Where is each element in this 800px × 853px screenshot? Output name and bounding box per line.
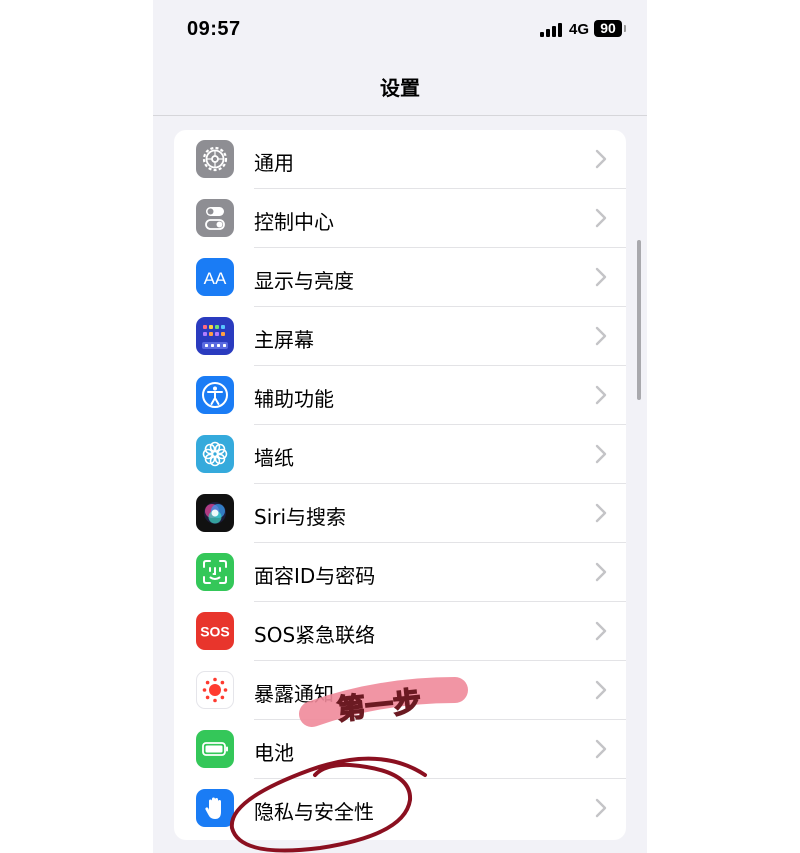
settings-item-label: Siri与搜索 (254, 505, 347, 529)
hand-icon (196, 789, 234, 827)
settings-item-label: 控制中心 (254, 210, 334, 234)
settings-item-label: 墙纸 (254, 446, 294, 470)
battery-icon (196, 730, 234, 768)
sos-icon: SOS (196, 612, 234, 650)
gear-icon (196, 140, 234, 178)
settings-item-label: 电池 (254, 741, 294, 765)
settings-item-label: 主屏幕 (254, 328, 314, 352)
chevron-right-icon (595, 739, 607, 759)
chevron-right-icon (595, 680, 607, 700)
chevron-right-icon (595, 562, 607, 582)
chevron-right-icon (595, 444, 607, 464)
home-screen-icon (196, 317, 234, 355)
settings-item-label: 面容ID与密码 (254, 564, 376, 588)
chevron-right-icon (595, 385, 607, 405)
sos-icon-text: SOS (200, 624, 230, 640)
status-bar: 09:57 4G 90 (153, 0, 647, 60)
chevron-right-icon (595, 149, 607, 169)
settings-item-label: SOS紧急联络 (254, 623, 376, 647)
scrollbar[interactable] (637, 240, 641, 400)
toggles-icon (196, 199, 234, 237)
chevron-right-icon (595, 208, 607, 228)
chevron-right-icon (595, 621, 607, 641)
settings-item-wallpaper[interactable]: 墙纸 (174, 425, 626, 484)
siri-icon (196, 494, 234, 532)
settings-item-accessibility[interactable]: 辅助功能 (174, 366, 626, 425)
settings-item-control-center[interactable]: 控制中心 (174, 189, 626, 248)
settings-item-label: 辅助功能 (254, 387, 334, 411)
chevron-right-icon (595, 503, 607, 523)
settings-item-display[interactable]: AA 显示与亮度 (174, 248, 626, 307)
phone-screen: 09:57 4G 90 设置 通用 控制中心 AA 显示与亮度 主屏幕 辅助功能… (153, 0, 647, 853)
aa-icon-text: AA (204, 269, 227, 288)
face-id-icon (196, 553, 234, 591)
aa-icon: AA (196, 258, 234, 296)
battery-indicator: 90 (594, 20, 622, 37)
settings-item-general[interactable]: 通用 (174, 130, 626, 189)
settings-item-privacy[interactable]: 隐私与安全性 (174, 779, 626, 838)
flower-icon (196, 435, 234, 473)
signal-icon (540, 23, 564, 37)
status-time: 09:57 (187, 18, 241, 40)
settings-item-face-id[interactable]: 面容ID与密码 (174, 543, 626, 602)
settings-item-label: 显示与亮度 (254, 269, 354, 293)
battery-cap (624, 25, 626, 32)
settings-item-home-screen[interactable]: 主屏幕 (174, 307, 626, 366)
settings-item-emergency-sos[interactable]: SOS SOS紧急联络 (174, 602, 626, 661)
settings-item-siri[interactable]: Siri与搜索 (174, 484, 626, 543)
nav-divider (153, 115, 647, 116)
settings-item-label: 通用 (254, 151, 294, 175)
settings-list: 通用 控制中心 AA 显示与亮度 主屏幕 辅助功能 墙纸 Siri与搜索 面容I… (174, 130, 626, 840)
settings-item-label: 隐私与安全性 (254, 800, 374, 824)
network-type: 4G (569, 21, 590, 38)
settings-item-label: 暴露通知 (254, 682, 334, 706)
accessibility-icon (196, 376, 234, 414)
chevron-right-icon (595, 798, 607, 818)
chevron-right-icon (595, 267, 607, 287)
chevron-right-icon (595, 326, 607, 346)
page-title: 设置 (380, 76, 420, 100)
settings-item-battery[interactable]: 电池 (174, 720, 626, 779)
exposure-icon (196, 671, 234, 709)
